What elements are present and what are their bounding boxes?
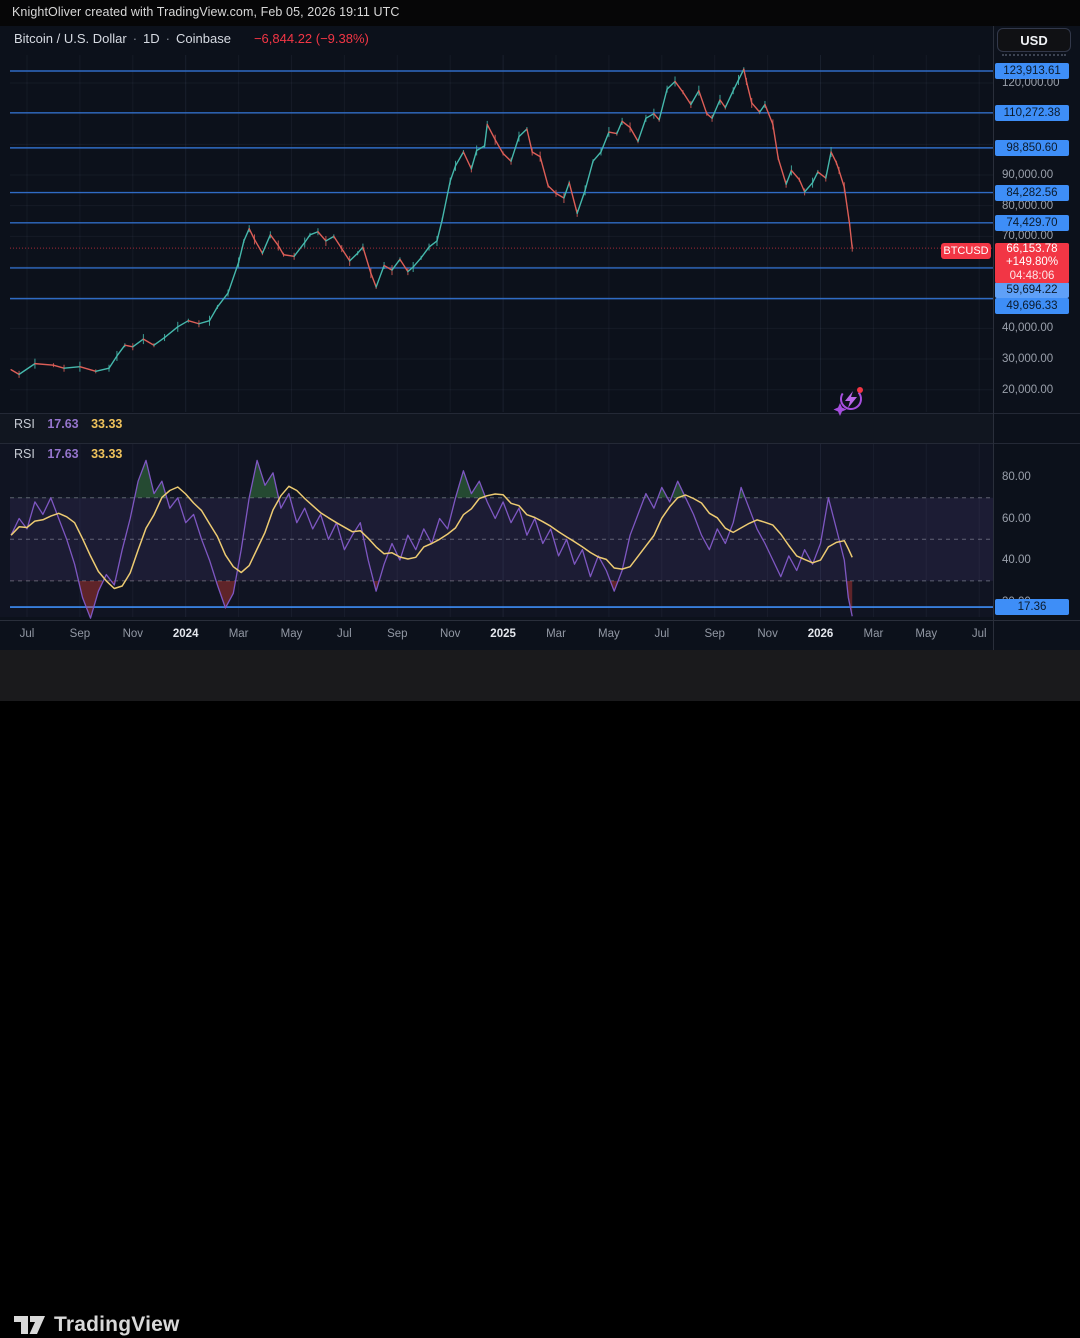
tradingview-logo-icon (14, 1312, 46, 1338)
tradingview-logo: TradingView (14, 1312, 180, 1338)
currency-button[interactable]: USD (997, 28, 1071, 52)
price-chart-canvas[interactable] (0, 0, 1080, 701)
attribution-bar: KnightOliver created with TradingView.co… (0, 0, 1080, 26)
attribution-text: KnightOliver created with TradingView.co… (12, 5, 400, 19)
tradingview-logo-text: TradingView (54, 1313, 180, 1337)
footer-bar: TradingView (0, 650, 1080, 701)
